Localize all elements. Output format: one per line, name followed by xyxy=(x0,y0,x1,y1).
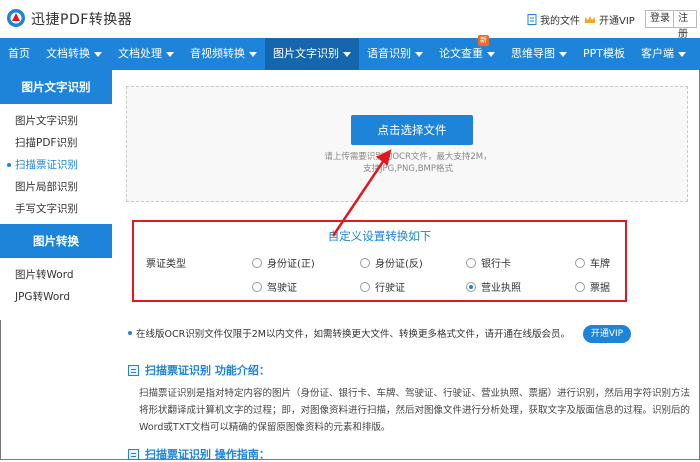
radio-button-icon[interactable] xyxy=(466,281,476,292)
my-files-link[interactable]: 我的文件 xyxy=(527,12,580,27)
new-badge: 新 xyxy=(478,35,489,46)
chevron-down-icon xyxy=(559,51,567,57)
sidebar-item-ocr-2[interactable]: 扫描票证识别 xyxy=(0,154,112,176)
notice-text: 在线版OCR识别文件仅限于2M以内文件，如需转换更大文件、转换更多格式文件，请开… xyxy=(136,329,570,340)
sidebar-item-ocr-0[interactable]: 图片文字识别 xyxy=(0,110,112,132)
sidebar-item-convert-0[interactable]: 图片转Word xyxy=(0,264,112,286)
nav-item-9[interactable]: 客户端 xyxy=(633,38,694,70)
ticket-type-option-0[interactable]: 身份证(正) xyxy=(252,255,315,270)
nav-item-label: 首页 xyxy=(8,47,30,60)
sidebar: 图片文字识别 图片文字识别 扫描PDF识别 扫描票证识别 图片局部识别 手写文字识别 图… xyxy=(0,70,112,320)
ticket-type-option-4[interactable]: 驾驶证 xyxy=(252,279,297,294)
chevron-down-icon xyxy=(415,51,423,57)
intro-body: 扫描票证识别是指对特定内容的图片（身份证、银行卡、车牌、驾驶证、行驶证、营业执照… xyxy=(139,388,691,433)
nav-item-label: 音视频转换 xyxy=(190,47,245,60)
open-vip-link[interactable]: 开通VIP xyxy=(584,12,635,27)
main-nav: 首页 文档转换 文档处理 音视频转换 图片文字识别 语音识别 论文查重新思维导图 PPT模板客… xyxy=(0,35,700,70)
radio-button-icon[interactable] xyxy=(360,257,370,268)
sidebar-ocr-group: 图片文字识别 扫描PDF识别 扫描票证识别 图片局部识别 手写文字识别 xyxy=(0,104,112,224)
ticket-type-option-5[interactable]: 行驶证 xyxy=(360,279,405,294)
crown-icon xyxy=(585,15,595,23)
nav-item-label: 论文查重 xyxy=(439,47,483,60)
sidebar-item-ocr-3[interactable]: 图片局部识别 xyxy=(0,176,112,198)
radio-button-icon[interactable] xyxy=(360,281,370,292)
radio-button-icon[interactable] xyxy=(575,257,585,268)
nav-item-label: 图片文字识别 xyxy=(273,47,339,60)
radio-button-icon[interactable] xyxy=(252,281,262,292)
nav-item-label: 语音识别 xyxy=(367,47,411,60)
radio-label: 票据 xyxy=(590,283,610,294)
sidebar-title-convert: 图片转换 xyxy=(0,224,112,258)
radio-button-icon[interactable] xyxy=(466,257,476,268)
radio-label: 车牌 xyxy=(590,259,610,270)
radio-label: 营业执照 xyxy=(481,283,521,294)
radio-button-icon[interactable] xyxy=(575,281,585,292)
ticket-type-option-1[interactable]: 身份证(反) xyxy=(360,255,423,270)
nav-item-label: 客户端 xyxy=(641,47,674,60)
document-icon xyxy=(128,448,139,460)
size-limit-notice: 在线版OCR识别文件仅限于2M以内文件，如需转换更大文件、转换更多格式文件，请开… xyxy=(128,326,570,340)
radio-label: 行驶证 xyxy=(375,283,405,294)
chevron-down-icon xyxy=(487,51,495,57)
radio-label: 银行卡 xyxy=(481,259,511,270)
nav-item-7[interactable]: 思维导图 xyxy=(503,38,575,70)
app-logo-icon xyxy=(7,9,25,27)
header: 迅捷PDF转换器 我的文件 开通VIP 登录 注册 xyxy=(0,0,700,40)
ticket-type-option-3[interactable]: 车牌 xyxy=(575,255,610,270)
sidebar-item-convert-1[interactable]: JPG转Word xyxy=(0,286,112,308)
chevron-down-icon xyxy=(343,51,351,57)
sidebar-item-ocr-4[interactable]: 手写文字识别 xyxy=(0,198,112,220)
radio-button-icon[interactable] xyxy=(252,257,262,268)
upload-hint: 请上传需要识别的OCR文件，最大支持2M， 支持JPG,PNG,BMP格式 xyxy=(127,151,689,175)
register-button[interactable]: 注册 xyxy=(673,10,697,40)
chevron-down-icon xyxy=(678,51,686,57)
notice-vip-button[interactable]: 开通VIP xyxy=(583,325,631,343)
nav-item-2[interactable]: 文档处理 xyxy=(110,38,182,70)
conversion-settings-panel: 自定义设置转换如下 票证类型 身份证(正) 身份证(反) 银行卡 车牌驾驶证 行驶证 营业… xyxy=(132,220,627,302)
intro-title: 扫描票证识别 功能介绍： xyxy=(145,364,270,377)
nav-item-0[interactable]: 首页 xyxy=(0,38,38,70)
ticket-type-option-7[interactable]: 票据 xyxy=(575,279,610,294)
radio-label: 身份证(反) xyxy=(375,259,423,270)
chevron-down-icon xyxy=(94,51,102,57)
app-name[interactable]: 迅捷PDF转换器 xyxy=(31,9,132,29)
settings-title: 自定义设置转换如下 xyxy=(327,229,432,243)
nav-item-label: 文档转换 xyxy=(46,47,90,60)
chevron-down-icon xyxy=(249,51,257,57)
radio-label: 驾驶证 xyxy=(267,283,297,294)
ticket-type-label: 票证类型 xyxy=(146,259,186,270)
login-button[interactable]: 登录 xyxy=(645,10,675,28)
my-files-label: 我的文件 xyxy=(540,16,580,27)
choose-file-button[interactable]: 点击选择文件 xyxy=(351,115,473,145)
file-icon xyxy=(527,14,537,25)
radio-label: 身份证(正) xyxy=(267,259,315,270)
ticket-type-option-2[interactable]: 银行卡 xyxy=(466,255,511,270)
chevron-down-icon xyxy=(166,51,174,57)
nav-item-4[interactable]: 图片文字识别 xyxy=(265,38,359,70)
sidebar-convert-group: 图片转Word JPG转Word xyxy=(0,258,112,312)
sidebar-item-ocr-1[interactable]: 扫描PDF识别 xyxy=(0,132,112,154)
nav-item-3[interactable]: 音视频转换 xyxy=(182,38,265,70)
ticket-type-option-6[interactable]: 营业执照 xyxy=(466,279,521,294)
nav-item-5[interactable]: 语音识别 xyxy=(359,38,431,70)
upload-hint-line1: 请上传需要识别的OCR文件，最大支持2M， xyxy=(324,152,492,162)
nav-item-label: 文档处理 xyxy=(118,47,162,60)
intro-heading: 扫描票证识别 功能介绍： xyxy=(128,362,270,378)
nav-item-label: PPT模板 xyxy=(583,47,625,60)
nav-item-1[interactable]: 文档转换 xyxy=(38,38,110,70)
nav-item-6[interactable]: 论文查重新 xyxy=(431,35,503,70)
sidebar-title-ocr: 图片文字识别 xyxy=(0,70,112,104)
document-icon xyxy=(128,364,139,376)
upload-area[interactable]: 点击选择文件 请上传需要识别的OCR文件，最大支持2M， 支持JPG,PNG,B… xyxy=(126,86,688,202)
nav-item-8[interactable]: PPT模板 xyxy=(575,38,633,70)
nav-item-label: 思维导图 xyxy=(511,47,555,60)
open-vip-label: 开通VIP xyxy=(599,16,635,27)
upload-hint-line2: 支持JPG,PNG,BMP格式 xyxy=(363,164,453,174)
notice-bullet xyxy=(128,331,132,335)
